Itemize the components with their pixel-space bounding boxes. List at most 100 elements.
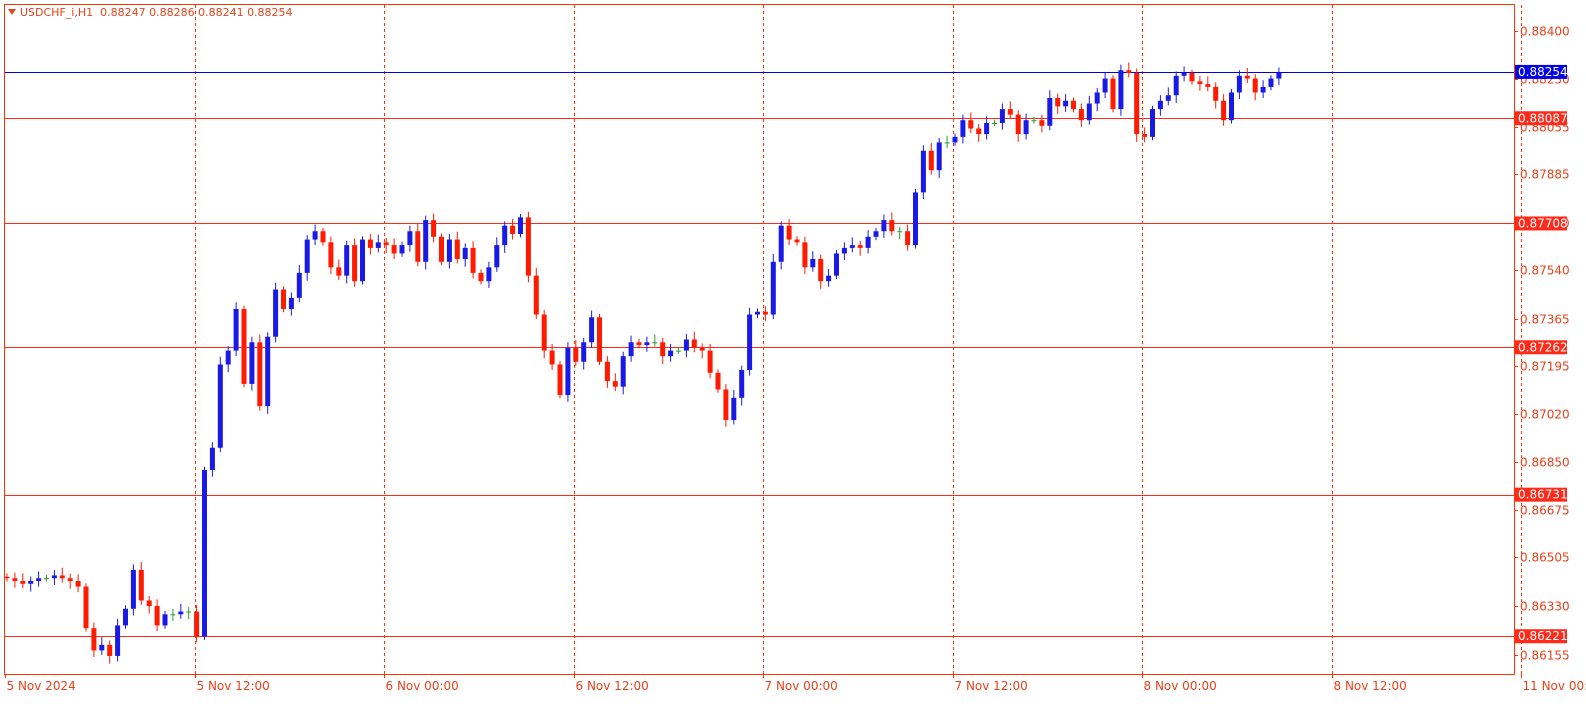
candle-body [130, 569, 136, 609]
candle-body [968, 120, 974, 129]
time-label: 8 Nov 12:00 [1334, 679, 1407, 693]
time-label: 7 Nov 12:00 [955, 679, 1028, 693]
level-badge-label: 0.86731 [1518, 488, 1568, 502]
candle-body [778, 225, 784, 262]
price-label: 0.87195 [1520, 360, 1570, 374]
candle-body [944, 142, 950, 144]
candle-body [952, 136, 958, 143]
candle-body [265, 336, 271, 407]
candle-body [1213, 86, 1219, 101]
candle-body-bearish [1173, 75, 1179, 96]
candle-body-bearish [597, 317, 602, 362]
candle-body-bearish [91, 628, 97, 651]
candle-body-bearish [352, 245, 358, 282]
candle-body [699, 347, 705, 351]
candle-body-bearish [1071, 100, 1076, 110]
time-label: 6 Nov 12:00 [576, 679, 649, 693]
candle-body [202, 469, 207, 637]
candle-body-bearish [154, 605, 160, 626]
candle-body-bearish [320, 231, 326, 243]
candle-body-bearish [1165, 95, 1171, 101]
candle-body [747, 314, 753, 371]
candle-body-bearish [794, 239, 800, 243]
candles [4, 62, 1282, 664]
candle-body [1150, 109, 1155, 137]
candle-body [233, 308, 239, 351]
candle-body [1031, 120, 1037, 122]
candle-body [1276, 73, 1282, 79]
candle-body-bearish [1236, 75, 1242, 93]
candle-body-bearish [715, 372, 721, 390]
candle-body-bearish [367, 239, 373, 248]
candle-body [739, 370, 745, 398]
candle-body [1252, 78, 1258, 93]
candle-body-bearish [146, 600, 152, 606]
candle-body [786, 225, 792, 240]
current-price-badge-label: 0.88254 [1518, 65, 1568, 79]
candle-body-bearish [194, 611, 200, 637]
price-label: 0.86850 [1520, 456, 1570, 470]
candle-body [676, 350, 681, 352]
candle-body [1118, 70, 1124, 110]
candle-body [20, 581, 26, 584]
candle-body [178, 611, 184, 615]
candle-body-bearish [478, 272, 484, 282]
candle-body-bearish [138, 569, 144, 601]
candle-body [4, 576, 10, 579]
candle-body-bearish [707, 350, 713, 373]
candle-body [1205, 84, 1211, 87]
candle-body [565, 347, 571, 396]
candle-body [920, 150, 926, 193]
candle-body [249, 342, 255, 384]
candle-body [486, 267, 492, 282]
candle-body-bearish [1229, 92, 1234, 121]
time-label: 11 Nov 00:00 [1523, 679, 1586, 693]
candle-body [99, 644, 105, 651]
price-label: 0.86330 [1520, 600, 1570, 614]
candle-body-bearish [1007, 109, 1013, 115]
candle-body [960, 120, 966, 137]
candle-body-bearish [391, 245, 397, 254]
candle-body [36, 578, 42, 582]
candle-body [28, 581, 34, 584]
candle-body [849, 245, 855, 248]
candle-body-bearish [1047, 97, 1053, 126]
candle-body [51, 575, 57, 579]
price-label: 0.87020 [1520, 408, 1570, 422]
plot-frame [4, 4, 1515, 675]
candle-body [620, 356, 626, 387]
candle-body-bearish [660, 342, 666, 357]
candle-body [1157, 100, 1163, 110]
candle-body [1086, 103, 1092, 121]
candle-body-bearish [557, 364, 563, 396]
candle-body [1268, 78, 1274, 87]
candle-body [810, 258, 816, 268]
candle-body [1102, 78, 1108, 93]
level-badge-label: 0.87708 [1518, 216, 1568, 230]
candle-body-bearish [336, 267, 342, 276]
price-chart[interactable]: 0.884000.882300.880550.878850.877100.875… [0, 0, 1586, 708]
candle-body-bearish [439, 236, 444, 262]
candle-body [59, 575, 65, 579]
price-label: 0.86505 [1520, 551, 1570, 565]
candle-body [1110, 78, 1116, 110]
candle-body [462, 247, 468, 259]
candle-body [170, 614, 176, 616]
candle-body [1039, 120, 1045, 126]
candle-body [273, 289, 279, 337]
level-badge-label: 0.86221 [1518, 629, 1568, 643]
candle-body [375, 242, 381, 248]
candle-body [857, 245, 863, 248]
candle-body [834, 253, 839, 276]
candle-body [1181, 73, 1187, 76]
level-badge-label: 0.88087 [1518, 111, 1568, 125]
horizontal-levels[interactable] [5, 72, 1514, 637]
candle-body [802, 242, 808, 268]
candle-body [913, 192, 918, 246]
candle-body-bearish [889, 220, 895, 232]
candle-body-bearish [905, 231, 911, 246]
candle-body [881, 220, 887, 232]
time-axis: 5 Nov 2024 5 Nov 12:00 6 Nov 00:00 6 Nov 12… [5, 674, 1586, 693]
candle-body [209, 447, 215, 470]
candle-body [494, 245, 500, 268]
